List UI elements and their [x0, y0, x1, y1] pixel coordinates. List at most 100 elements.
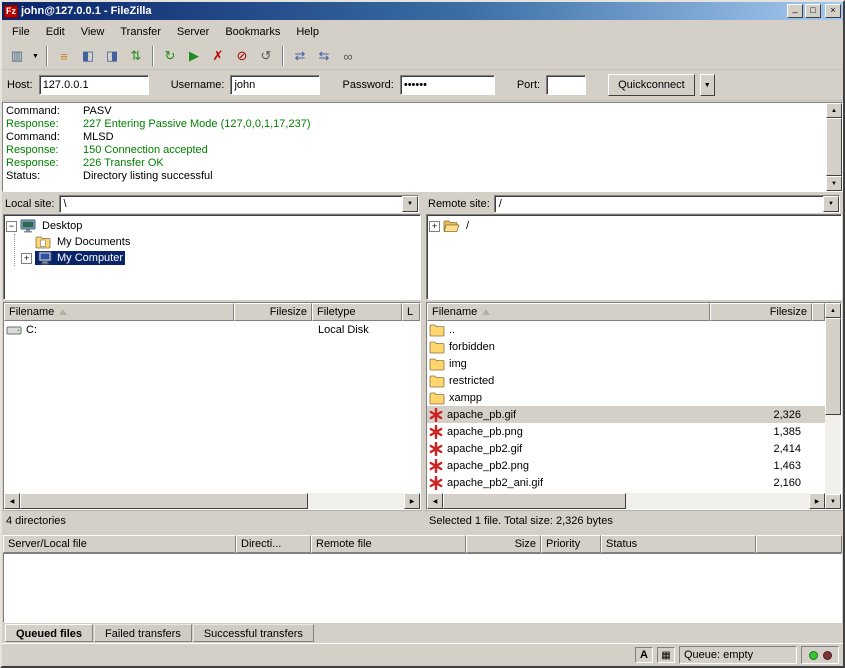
toggle-queue-button[interactable]: ⇅: [124, 45, 148, 67]
menu-file[interactable]: File: [4, 23, 38, 41]
scrollbar-thumb[interactable]: [443, 493, 626, 509]
tree-item-my-computer[interactable]: + My Computer: [21, 250, 418, 266]
scroll-right-icon[interactable]: ▶: [809, 493, 825, 509]
log-scrollbar-track[interactable]: [826, 118, 842, 176]
column-header-direction[interactable]: Directi...: [236, 535, 311, 553]
chevron-down-icon: ▼: [704, 82, 711, 89]
broken-file-icon: [429, 476, 443, 490]
directory-comparison-button[interactable]: ⇄: [288, 45, 312, 67]
chevron-down-icon[interactable]: ▼: [823, 196, 839, 212]
process-queue-button[interactable]: ▶: [182, 45, 206, 67]
scroll-down-icon[interactable]: ▼: [826, 176, 842, 191]
folder-icon: [429, 340, 445, 354]
refresh-button[interactable]: ↻: [158, 45, 182, 67]
toggle-local-tree-button[interactable]: ◧: [76, 45, 100, 67]
scroll-up-icon[interactable]: ▲: [826, 103, 842, 118]
port-input[interactable]: [546, 75, 586, 95]
desktop-children: My Documents + My Computer: [14, 234, 418, 266]
scrollbar-track[interactable]: [443, 493, 809, 509]
toggle-log-button[interactable]: ≡: [52, 45, 76, 67]
scroll-left-icon[interactable]: ◀: [427, 493, 443, 509]
password-input[interactable]: [400, 75, 495, 95]
tab-queued-files[interactable]: Queued files: [5, 624, 93, 642]
menu-help[interactable]: Help: [288, 23, 327, 41]
scroll-down-icon[interactable]: ▼: [825, 494, 841, 509]
local-horizontal-scrollbar[interactable]: ◀ ▶: [4, 493, 420, 509]
column-header-remote-file[interactable]: Remote file: [311, 535, 466, 553]
remote-file-row[interactable]: forbidden: [427, 338, 825, 355]
folder-icon: [429, 357, 445, 371]
remote-horizontal-scrollbar[interactable]: ◀ ▶: [427, 493, 825, 509]
encryption-indicator-icon[interactable]: ▦: [657, 647, 675, 663]
disconnect-button[interactable]: ⊘: [230, 45, 254, 67]
close-button[interactable]: ×: [825, 4, 841, 18]
column-header-server-local-file[interactable]: Server/Local file: [3, 535, 236, 553]
find-files-button[interactable]: ∞: [336, 45, 360, 67]
reconnect-icon: ↺: [261, 48, 272, 64]
scroll-up-icon[interactable]: ▲: [825, 303, 841, 318]
queue-header: Server/Local file Directi... Remote file…: [3, 535, 842, 553]
scrollbar-thumb[interactable]: [20, 493, 308, 509]
queue-list[interactable]: [3, 553, 842, 623]
column-header-priority[interactable]: Priority: [541, 535, 601, 553]
my-documents-icon: [35, 235, 51, 249]
collapse-icon[interactable]: −: [6, 221, 17, 232]
menu-server[interactable]: Server: [169, 23, 217, 41]
expand-icon[interactable]: +: [429, 221, 440, 232]
synchronized-browsing-button[interactable]: ⇆: [312, 45, 336, 67]
scroll-right-icon[interactable]: ▶: [404, 493, 420, 509]
tab-successful-transfers[interactable]: Successful transfers: [193, 624, 314, 642]
expand-icon[interactable]: +: [21, 253, 32, 264]
quickconnect-dropdown-button[interactable]: ▼: [700, 74, 715, 96]
tab-failed-transfers[interactable]: Failed transfers: [94, 624, 192, 642]
column-header-filename[interactable]: Filename: [427, 303, 710, 321]
menu-view[interactable]: View: [73, 23, 113, 41]
menu-edit[interactable]: Edit: [38, 23, 73, 41]
quickconnect-button[interactable]: Quickconnect: [608, 74, 695, 96]
scrollbar-thumb[interactable]: [825, 318, 841, 415]
maximize-button[interactable]: □: [805, 4, 821, 18]
scrollbar-track[interactable]: [20, 493, 404, 509]
remote-file-row[interactable]: restricted: [427, 372, 825, 389]
cancel-button[interactable]: ✗: [206, 45, 230, 67]
remote-file-row[interactable]: apache_pb2.gif2,414: [427, 440, 825, 457]
local-site-combobox[interactable]: \ ▼: [59, 195, 419, 213]
transfer-type-indicator-icon[interactable]: A: [635, 647, 653, 663]
scroll-left-icon[interactable]: ◀: [4, 493, 20, 509]
host-input[interactable]: [39, 75, 149, 95]
column-header-last-modified[interactable]: L: [402, 303, 420, 321]
menu-bookmarks[interactable]: Bookmarks: [217, 23, 288, 41]
column-header-filetype[interactable]: Filetype: [312, 303, 402, 321]
remote-file-row[interactable]: apache_pb.png1,385: [427, 423, 825, 440]
toggle-remote-tree-button[interactable]: ◨: [100, 45, 124, 67]
remote-file-row[interactable]: img: [427, 355, 825, 372]
column-header-filename[interactable]: Filename: [4, 303, 234, 321]
column-header-filesize[interactable]: Filesize: [710, 303, 812, 321]
queue-tabs: Queued files Failed transfers Successful…: [2, 623, 843, 643]
tree-item-root[interactable]: + /: [429, 218, 839, 234]
column-header-status[interactable]: Status: [601, 535, 756, 553]
remote-file-row-selected[interactable]: apache_pb.gif2,326: [427, 406, 825, 423]
remote-file-row[interactable]: xampp: [427, 389, 825, 406]
remote-site-combobox[interactable]: / ▼: [494, 195, 840, 213]
scrollbar-track[interactable]: [825, 318, 841, 494]
local-file-row[interactable]: C: Local Disk: [4, 321, 420, 338]
chevron-down-icon[interactable]: ▼: [402, 196, 418, 212]
tree-item-desktop[interactable]: − Desktop: [6, 218, 418, 234]
remote-file-row[interactable]: ..: [427, 321, 825, 338]
site-manager-button[interactable]: ▥: [5, 45, 29, 67]
reconnect-button[interactable]: ↺: [254, 45, 278, 67]
remote-vertical-scrollbar[interactable]: ▲ ▼: [825, 303, 841, 509]
column-header-filesize[interactable]: Filesize: [234, 303, 312, 321]
log-text: 150 Connection accepted: [83, 144, 208, 157]
remote-file-row[interactable]: apache_pb2_ani.gif2,160: [427, 474, 825, 491]
remote-file-row[interactable]: apache_pb2.png1,463: [427, 457, 825, 474]
column-header-size[interactable]: Size: [466, 535, 541, 553]
tree-item-my-documents[interactable]: My Documents: [21, 234, 418, 250]
site-manager-dropdown-button[interactable]: ▼: [29, 45, 42, 67]
log-scrollbar[interactable]: ▲ ▼: [826, 103, 842, 191]
username-input[interactable]: [230, 75, 320, 95]
minimize-button[interactable]: _: [787, 4, 803, 18]
menu-transfer[interactable]: Transfer: [112, 23, 169, 41]
log-scrollbar-thumb[interactable]: [826, 118, 842, 176]
